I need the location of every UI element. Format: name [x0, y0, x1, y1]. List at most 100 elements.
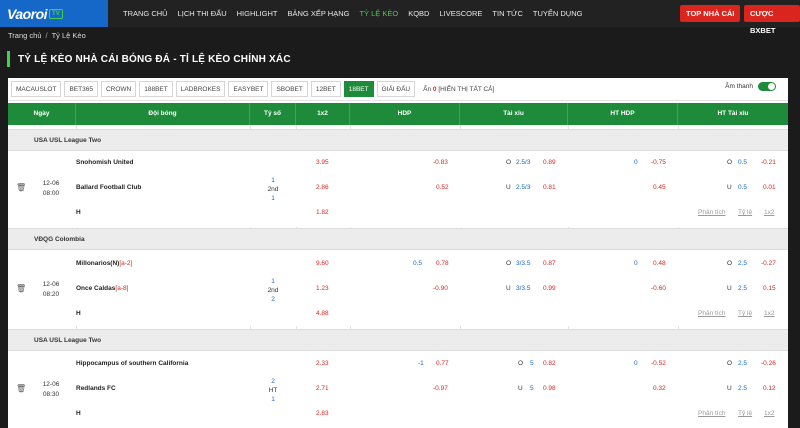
ht-tx-over-odds[interactable]: -0.26 [761, 360, 776, 367]
tab-sbobet[interactable]: SBOBET [271, 81, 308, 97]
home-team[interactable]: Millonarios(N)[a-2] [76, 260, 132, 267]
hdp-away-odds[interactable]: -0.90 [433, 285, 448, 292]
ht-hdp-home-odds[interactable]: -0.52 [651, 360, 666, 367]
phan-tich-link[interactable]: Phân tích [698, 310, 725, 317]
nav-tuyen-dung[interactable]: TUYỂN DỤNG [528, 0, 588, 27]
ht-hdp-line: 0 [634, 360, 638, 367]
match-time: 08:30 [42, 391, 60, 398]
odds-x[interactable]: 1.82 [316, 209, 329, 216]
tx-over-odds[interactable]: 0.89 [543, 159, 556, 166]
tx-over-odds[interactable]: 0.87 [543, 260, 556, 267]
hdp-away-odds[interactable]: 0.52 [436, 184, 449, 191]
odds-1[interactable]: 2.33 [316, 360, 329, 367]
odds-1[interactable]: 9.60 [316, 260, 329, 267]
ht-tx-over-line: 0.5 [738, 159, 748, 166]
tx-under-odds[interactable]: 0.98 [543, 385, 556, 392]
league-name: USA USL League Two [34, 337, 102, 344]
league-row: VĐQG Colombia [8, 228, 788, 250]
league-name: USA USL League Two [34, 137, 102, 144]
show-all-link[interactable]: [HIỂN THỊ TẤT CẢ] [438, 86, 494, 93]
nav-livescore[interactable]: LIVESCORE [434, 0, 487, 27]
tab-crown[interactable]: CROWN [100, 81, 137, 97]
col-doi-bong: Đội bóng [76, 103, 250, 125]
tab-bet365[interactable]: BET365 [64, 81, 98, 97]
hdp-home-odds[interactable]: -0.83 [433, 159, 448, 166]
1x2-link[interactable]: 1x2 [764, 410, 774, 417]
odds-x[interactable]: 2.83 [316, 410, 329, 417]
breadcrumb-home[interactable]: Trang chủ [8, 31, 42, 40]
sound-toggle[interactable] [758, 82, 776, 91]
score-away: 1 [271, 195, 275, 202]
match-row: Millonarios(N)[a-2] Once Caldas[a-8] H 🗑… [8, 250, 788, 326]
tx-over-label: O [506, 260, 512, 267]
ht-tx-under-line: 0.5 [738, 184, 748, 191]
tx-over-odds[interactable]: 0.82 [543, 360, 556, 367]
match-datetime: 12-06 08:00 [36, 179, 66, 199]
ht-tx-under-odds[interactable]: 0.15 [763, 285, 776, 292]
hdp-home-odds[interactable]: 0.77 [436, 360, 449, 367]
nav-lich-thi-dau[interactable]: LỊCH THI ĐẤU [173, 0, 232, 27]
col-tai-xiu: Tài xỉu [460, 103, 568, 125]
home-team[interactable]: Snohomish United [76, 159, 133, 166]
ht-tx-over-odds[interactable]: -0.27 [761, 260, 776, 267]
trash-icon[interactable]: 🗑 [16, 384, 26, 393]
tx-under-odds[interactable]: 0.81 [543, 184, 556, 191]
away-team[interactable]: Redlands FC [76, 385, 116, 392]
match-row: Hippocampus of southern California Redla… [8, 351, 788, 428]
odds-1[interactable]: 3.95 [316, 159, 329, 166]
breadcrumb: Trang chủ / Tỷ Lệ Kèo [8, 31, 86, 40]
1x2-link[interactable]: 1x2 [764, 209, 774, 216]
odds-2[interactable]: 2.86 [316, 184, 329, 191]
match-time: 08:20 [42, 291, 60, 298]
site-logo[interactable]: Vaoroi TV [0, 0, 108, 27]
ht-hdp-away-odds[interactable]: -0.60 [651, 285, 666, 292]
tx-under-odds[interactable]: 0.99 [543, 285, 556, 292]
ht-tx-over-label: O [727, 260, 733, 267]
ty-le-link[interactable]: Tỷ lệ [738, 410, 752, 417]
hdp-away-odds[interactable]: -0.97 [433, 385, 448, 392]
ht-tx-over-odds[interactable]: -0.21 [761, 159, 776, 166]
away-team[interactable]: Ballard Football Club [76, 184, 141, 191]
ty-le-link[interactable]: Tỷ lệ [738, 209, 752, 216]
odds-2[interactable]: 2.71 [316, 385, 329, 392]
cuoc-bxbet-button[interactable]: CƯỢC BXBET [744, 5, 800, 35]
phan-tich-link[interactable]: Phân tích [698, 209, 725, 216]
hdp-home-odds[interactable]: 0.78 [436, 260, 449, 267]
away-team[interactable]: Once Caldas[a-8] [76, 285, 128, 292]
tab-giai-dau[interactable]: GIẢI ĐẤU [376, 81, 416, 97]
match-date: 12-06 [42, 180, 60, 187]
draw-label: H [76, 209, 81, 216]
breadcrumb-separator: / [45, 31, 48, 40]
tab-macauslot[interactable]: MACAUSLOT [11, 81, 62, 97]
ht-hdp-away-odds[interactable]: 0.45 [653, 184, 666, 191]
tab-ladbrokes[interactable]: LADBROKES [175, 81, 226, 97]
tab-easybet[interactable]: EASYBET [228, 81, 269, 97]
ht-tx-under-odds[interactable]: 0.12 [763, 385, 776, 392]
nav-tin-tuc[interactable]: TIN TỨC [487, 0, 527, 27]
ty-le-link[interactable]: Tỷ lệ [738, 310, 752, 317]
nav-trang-chu[interactable]: TRANG CHỦ [118, 0, 173, 27]
nav-bang-xep-hang[interactable]: BẢNG XẾP HẠNG [282, 0, 354, 27]
nav-ty-le-keo[interactable]: TỶ LỆ KÈO [354, 0, 403, 27]
ht-tx-under-odds[interactable]: 0.01 [763, 184, 776, 191]
nav-highlight[interactable]: HIGHLIGHT [232, 0, 283, 27]
top-nha-cai-button[interactable]: TOP NHÀ CÁI [680, 5, 741, 22]
tab-12bet[interactable]: 12BET [310, 81, 341, 97]
home-team[interactable]: Hippocampus of southern California [76, 360, 188, 367]
ht-hdp-away-odds[interactable]: 0.32 [653, 385, 666, 392]
phan-tich-link[interactable]: Phân tích [698, 410, 725, 417]
tab-18bet[interactable]: 18BET [343, 81, 374, 97]
ht-tx-under-label: U [727, 285, 732, 292]
match-time: 08:00 [42, 190, 60, 197]
trash-icon[interactable]: 🗑 [16, 183, 26, 192]
ht-hdp-home-odds[interactable]: 0.48 [653, 260, 666, 267]
odds-x[interactable]: 4.88 [316, 310, 329, 317]
odds-2[interactable]: 1.23 [316, 285, 329, 292]
tx-over-label: O [518, 360, 524, 367]
ht-hdp-home-odds[interactable]: -0.75 [651, 159, 666, 166]
1x2-link[interactable]: 1x2 [764, 310, 774, 317]
trash-icon[interactable]: 🗑 [16, 284, 26, 293]
tab-188bet[interactable]: 188BET [139, 81, 173, 97]
nav-kqbd[interactable]: KQBD [403, 0, 434, 27]
hdp-line: 0.5 [413, 260, 423, 267]
